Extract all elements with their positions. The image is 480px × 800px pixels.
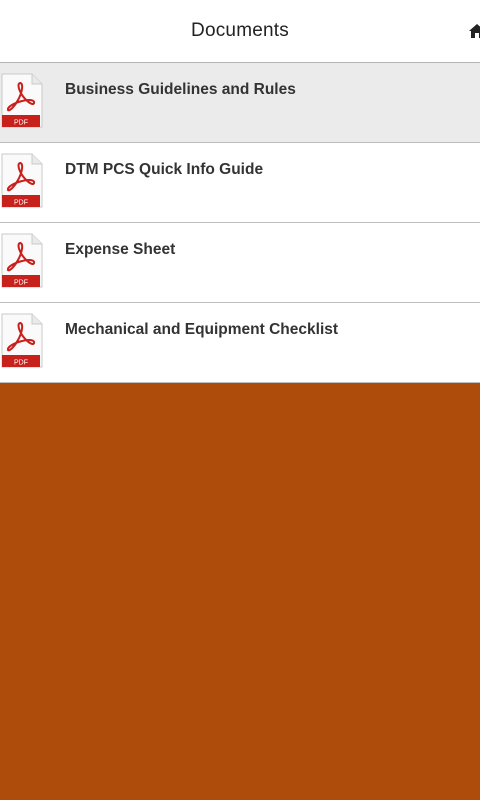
document-row-dtm-pcs[interactable]: PDF DTM PCS Quick Info Guide [0, 143, 480, 223]
app-header: Documents [0, 0, 480, 63]
pdf-badge-text: PDF [14, 120, 28, 127]
document-label: Mechanical and Equipment Checklist [65, 321, 339, 338]
page-title: Documents [191, 20, 289, 41]
document-list: PDF Business Guidelines and Rules PDF DT… [0, 63, 480, 383]
document-label: Business Guidelines and Rules [65, 81, 296, 98]
pdf-badge-text: PDF [14, 200, 28, 207]
document-label: DTM PCS Quick Info Guide [65, 161, 264, 178]
pdf-icon: PDF [1, 73, 43, 128]
pdf-badge-text: PDF [14, 280, 28, 287]
home-icon[interactable] [468, 23, 480, 39]
pdf-badge-text: PDF [14, 360, 28, 367]
pdf-icon: PDF [1, 233, 43, 288]
document-row-business-guidelines[interactable]: PDF Business Guidelines and Rules [0, 63, 480, 143]
pdf-icon: PDF [1, 313, 43, 368]
document-row-mechanical-checklist[interactable]: PDF Mechanical and Equipment Checklist [0, 303, 480, 383]
pdf-icon: PDF [1, 153, 43, 208]
document-label: Expense Sheet [65, 241, 176, 258]
document-row-expense-sheet[interactable]: PDF Expense Sheet [0, 223, 480, 303]
